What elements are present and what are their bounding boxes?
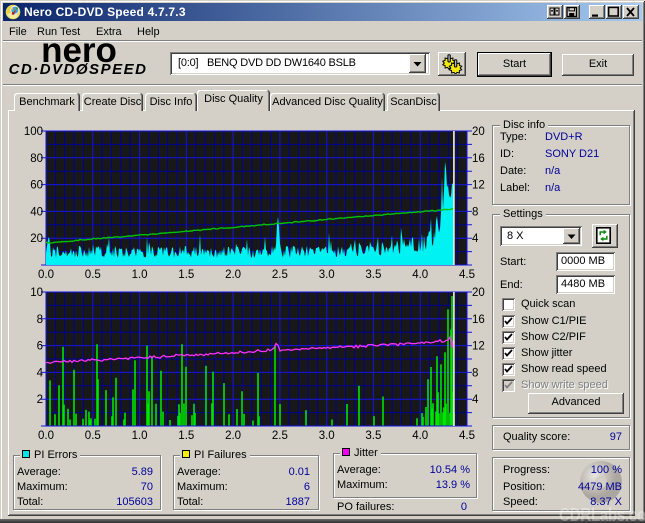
svg-text:10: 10 [30,287,43,299]
svg-text:3.0: 3.0 [319,269,335,281]
svg-text:12: 12 [472,180,485,192]
svg-text:40: 40 [30,206,43,218]
svg-text:8: 8 [37,314,43,326]
svg-text:20: 20 [472,287,485,299]
svg-text:2.5: 2.5 [272,430,288,442]
svg-text:4.5: 4.5 [459,269,475,281]
svg-text:16: 16 [472,153,485,165]
svg-text:6: 6 [37,341,43,353]
svg-text:20: 20 [472,126,485,138]
svg-text:8: 8 [472,206,478,218]
svg-text:4: 4 [37,367,44,379]
svg-text:4: 4 [472,233,479,245]
svg-text:1.5: 1.5 [178,430,194,442]
svg-text:0.0: 0.0 [38,430,54,442]
svg-text:8: 8 [472,367,478,379]
svg-text:20: 20 [30,233,43,245]
svg-text:4: 4 [472,394,479,406]
svg-text:2: 2 [37,394,43,406]
svg-text:2.0: 2.0 [225,430,241,442]
svg-text:4.0: 4.0 [412,430,428,442]
svg-text:3.5: 3.5 [365,269,381,281]
svg-text:60: 60 [30,180,43,192]
svg-text:3.5: 3.5 [365,430,381,442]
svg-text:0.5: 0.5 [85,269,101,281]
svg-text:2.0: 2.0 [225,269,241,281]
svg-text:4.0: 4.0 [412,269,428,281]
svg-text:2.5: 2.5 [272,269,288,281]
svg-text:80: 80 [30,153,43,165]
svg-text:3.0: 3.0 [319,430,335,442]
svg-text:4.5: 4.5 [459,430,475,442]
svg-text:1.0: 1.0 [132,269,148,281]
svg-text:1.5: 1.5 [178,269,194,281]
svg-text:16: 16 [472,314,485,326]
svg-text:12: 12 [472,341,485,353]
svg-text:0.5: 0.5 [85,430,101,442]
svg-text:100: 100 [24,126,43,138]
svg-text:1.0: 1.0 [132,430,148,442]
svg-text:0.0: 0.0 [38,269,54,281]
